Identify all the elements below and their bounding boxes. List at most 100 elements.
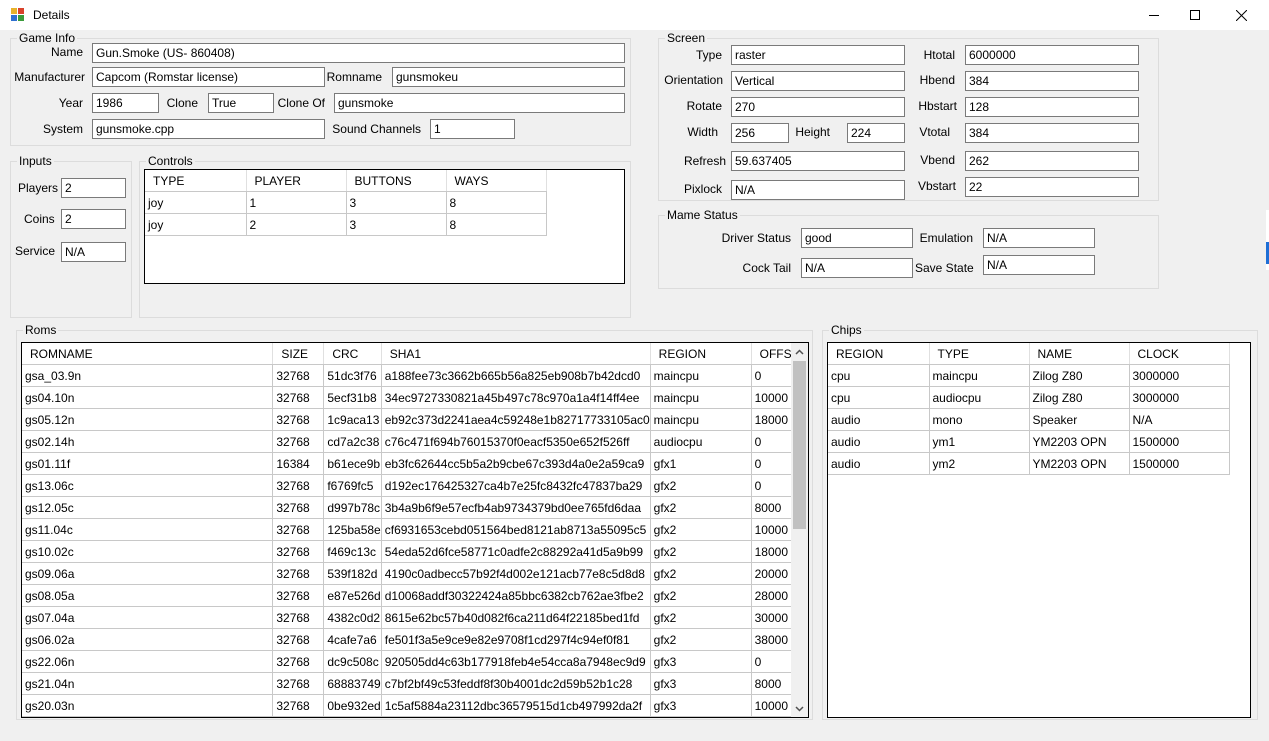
roms-scrollbar[interactable] xyxy=(791,343,808,717)
vtotal-field[interactable]: 384 xyxy=(965,123,1139,143)
table-cell[interactable]: 51dc3f76 xyxy=(323,364,382,387)
table-cell[interactable]: gfx3 xyxy=(650,694,752,717)
table-row[interactable]: audio ym1 YM2203 OPN 1500000 xyxy=(828,430,1230,453)
table-row[interactable]: joy 2 3 8 xyxy=(145,213,547,236)
table-cell[interactable]: 32768 xyxy=(272,628,325,651)
table-cell[interactable]: 32768 xyxy=(272,386,325,409)
table-row[interactable]: audio mono Speaker N/A xyxy=(828,408,1230,431)
manufacturer-field[interactable]: Capcom (Romstar license) xyxy=(92,67,325,87)
table-cell[interactable]: 3000000 xyxy=(1129,386,1230,409)
minimize-button[interactable] xyxy=(1131,0,1177,30)
table-cell[interactable]: 32768 xyxy=(272,364,325,387)
table-cell[interactable]: gs01.11f xyxy=(22,452,274,475)
table-cell[interactable]: 8615e62bc57b40d082f6ca211d64f22185bed1fd xyxy=(381,606,651,629)
table-row[interactable]: gs20.03n 32768 0be932ed 1c5af5884a23112dbc3… xyxy=(22,694,808,717)
roms-grid[interactable]: ROMNAME SIZE CRC SHA1 REGION OFFSET gsa_03.9n… xyxy=(21,342,809,718)
table-row[interactable]: gs12.05c 32768 d997b78c 3b4a9b6f9e57ecfb4ab… xyxy=(22,496,808,519)
table-cell[interactable]: 32768 xyxy=(272,474,325,497)
table-cell[interactable]: gs11.04c xyxy=(22,518,274,541)
table-cell[interactable]: gs09.06a xyxy=(22,562,274,585)
table-cell[interactable]: 32768 xyxy=(272,694,325,717)
table-cell[interactable]: cpu xyxy=(828,364,930,387)
table-cell[interactable]: ym1 xyxy=(929,430,1030,453)
table-cell[interactable]: Zilog Z80 xyxy=(1029,364,1130,387)
table-row[interactable]: gs21.04n 32768 68883749 c7bf2bf49c53feddf8f… xyxy=(22,672,808,695)
clone-field[interactable]: True xyxy=(208,93,274,113)
table-cell[interactable]: 32768 xyxy=(272,650,325,673)
table-cell[interactable]: eb92c373d2241aea4c59248e1b82717733105ac0 xyxy=(381,408,651,431)
table-cell[interactable]: 32768 xyxy=(272,606,325,629)
driver-status-field[interactable]: good xyxy=(801,228,913,248)
table-cell[interactable]: gfx2 xyxy=(650,474,752,497)
table-cell[interactable]: 32768 xyxy=(272,584,325,607)
roms-column-header[interactable]: CRC xyxy=(323,343,382,365)
table-cell[interactable]: b61ece9b xyxy=(323,452,382,475)
table-cell[interactable]: a188fee73c3662b665b56a825eb908b7b42dcd0 xyxy=(381,364,651,387)
table-row[interactable]: gsa_03.9n 32768 51dc3f76 a188fee73c3662b665… xyxy=(22,364,808,387)
table-cell[interactable]: gs20.03n xyxy=(22,694,274,717)
table-cell[interactable]: maincpu xyxy=(650,386,752,409)
table-cell[interactable]: 125ba58e xyxy=(323,518,382,541)
table-cell[interactable]: d192ec176425327ca4b7e25fc8432fc47837ba29 xyxy=(381,474,651,497)
clone-of-field[interactable]: gunsmoke xyxy=(334,93,625,113)
chips-column-header[interactable]: NAME xyxy=(1029,343,1130,365)
table-cell[interactable]: gsa_03.9n xyxy=(22,364,274,387)
type-field[interactable]: raster xyxy=(731,45,905,65)
table-cell[interactable]: 32768 xyxy=(272,672,325,695)
service-field[interactable]: N/A xyxy=(61,242,126,262)
chips-column-header[interactable]: REGION xyxy=(828,343,930,365)
table-cell[interactable]: 3b4a9b6f9e57ecfb4ab9734379bd0ee765fd6daa xyxy=(381,496,651,519)
maximize-button[interactable] xyxy=(1172,0,1218,30)
coins-field[interactable]: 2 xyxy=(61,209,126,229)
table-cell[interactable]: f6769fc5 xyxy=(323,474,382,497)
roms-column-header[interactable]: SHA1 xyxy=(381,343,651,365)
orientation-field[interactable]: Vertical xyxy=(731,71,905,91)
table-cell[interactable]: 539f182d xyxy=(323,562,382,585)
pixlock-field[interactable]: N/A xyxy=(731,180,905,200)
table-cell[interactable]: audiocpu xyxy=(929,386,1030,409)
table-cell[interactable]: 1500000 xyxy=(1129,452,1230,475)
table-cell[interactable]: maincpu xyxy=(929,364,1030,387)
table-row[interactable]: cpu audiocpu Zilog Z80 3000000 xyxy=(828,386,1230,409)
table-cell[interactable]: gs22.06n xyxy=(22,650,274,673)
table-cell[interactable]: gs06.02a xyxy=(22,628,274,651)
chips-column-header[interactable]: TYPE xyxy=(929,343,1030,365)
table-cell[interactable]: 5ecf31b8 xyxy=(323,386,382,409)
roms-column-header[interactable]: SIZE xyxy=(272,343,325,365)
table-cell[interactable]: 32768 xyxy=(272,408,325,431)
table-cell[interactable]: YM2203 OPN xyxy=(1029,452,1130,475)
table-cell[interactable]: gs04.10n xyxy=(22,386,274,409)
roms-column-header[interactable]: REGION xyxy=(650,343,752,365)
save-state-field[interactable]: N/A xyxy=(983,255,1095,275)
name-field[interactable]: Gun.Smoke (US- 860408) xyxy=(92,43,625,63)
table-row[interactable]: cpu maincpu Zilog Z80 3000000 xyxy=(828,364,1230,387)
hbend-field[interactable]: 384 xyxy=(965,71,1139,91)
table-cell[interactable]: gs21.04n xyxy=(22,672,274,695)
cocktail-field[interactable]: N/A xyxy=(801,258,913,278)
table-cell[interactable]: 16384 xyxy=(272,452,325,475)
table-cell[interactable]: N/A xyxy=(1129,408,1230,431)
romname-field[interactable]: gunsmokeu xyxy=(392,67,625,87)
table-cell[interactable]: YM2203 OPN xyxy=(1029,430,1130,453)
table-cell[interactable]: eb3fc62644cc5b5a2b9cbe67c393d4a0e2a59ca9 xyxy=(381,452,651,475)
table-cell[interactable]: gfx2 xyxy=(650,606,752,629)
table-cell[interactable]: d10068addf30322424a85bbc6382cb762ae3fbe2 xyxy=(381,584,651,607)
htotal-field[interactable]: 6000000 xyxy=(965,45,1139,65)
table-cell[interactable]: 1c9aca13 xyxy=(323,408,382,431)
table-cell[interactable]: 0be932ed xyxy=(323,694,382,717)
table-row[interactable]: gs08.05a 32768 e87e526d d10068addf30322424a… xyxy=(22,584,808,607)
table-cell[interactable]: gfx3 xyxy=(650,650,752,673)
chips-grid[interactable]: REGION TYPE NAME CLOCK cpu maincpu Zilog Z80 3… xyxy=(827,342,1251,718)
table-cell[interactable]: gfx2 xyxy=(650,518,752,541)
emulation-field[interactable]: N/A xyxy=(983,228,1095,248)
table-cell[interactable]: 32768 xyxy=(272,540,325,563)
scroll-down-button[interactable] xyxy=(791,700,808,717)
table-row[interactable]: gs06.02a 32768 4cafe7a6 fe501f3a5e9ce9e82e9… xyxy=(22,628,808,651)
controls-column-header[interactable]: TYPE xyxy=(145,170,247,192)
table-cell[interactable]: 32768 xyxy=(272,562,325,585)
table-row[interactable]: gs04.10n 32768 5ecf31b8 34ec9727330821a45b4… xyxy=(22,386,808,409)
table-cell[interactable]: e87e526d xyxy=(323,584,382,607)
table-cell[interactable]: 32768 xyxy=(272,430,325,453)
table-cell[interactable]: 3000000 xyxy=(1129,364,1230,387)
controls-column-header[interactable]: BUTTONS xyxy=(346,170,447,192)
